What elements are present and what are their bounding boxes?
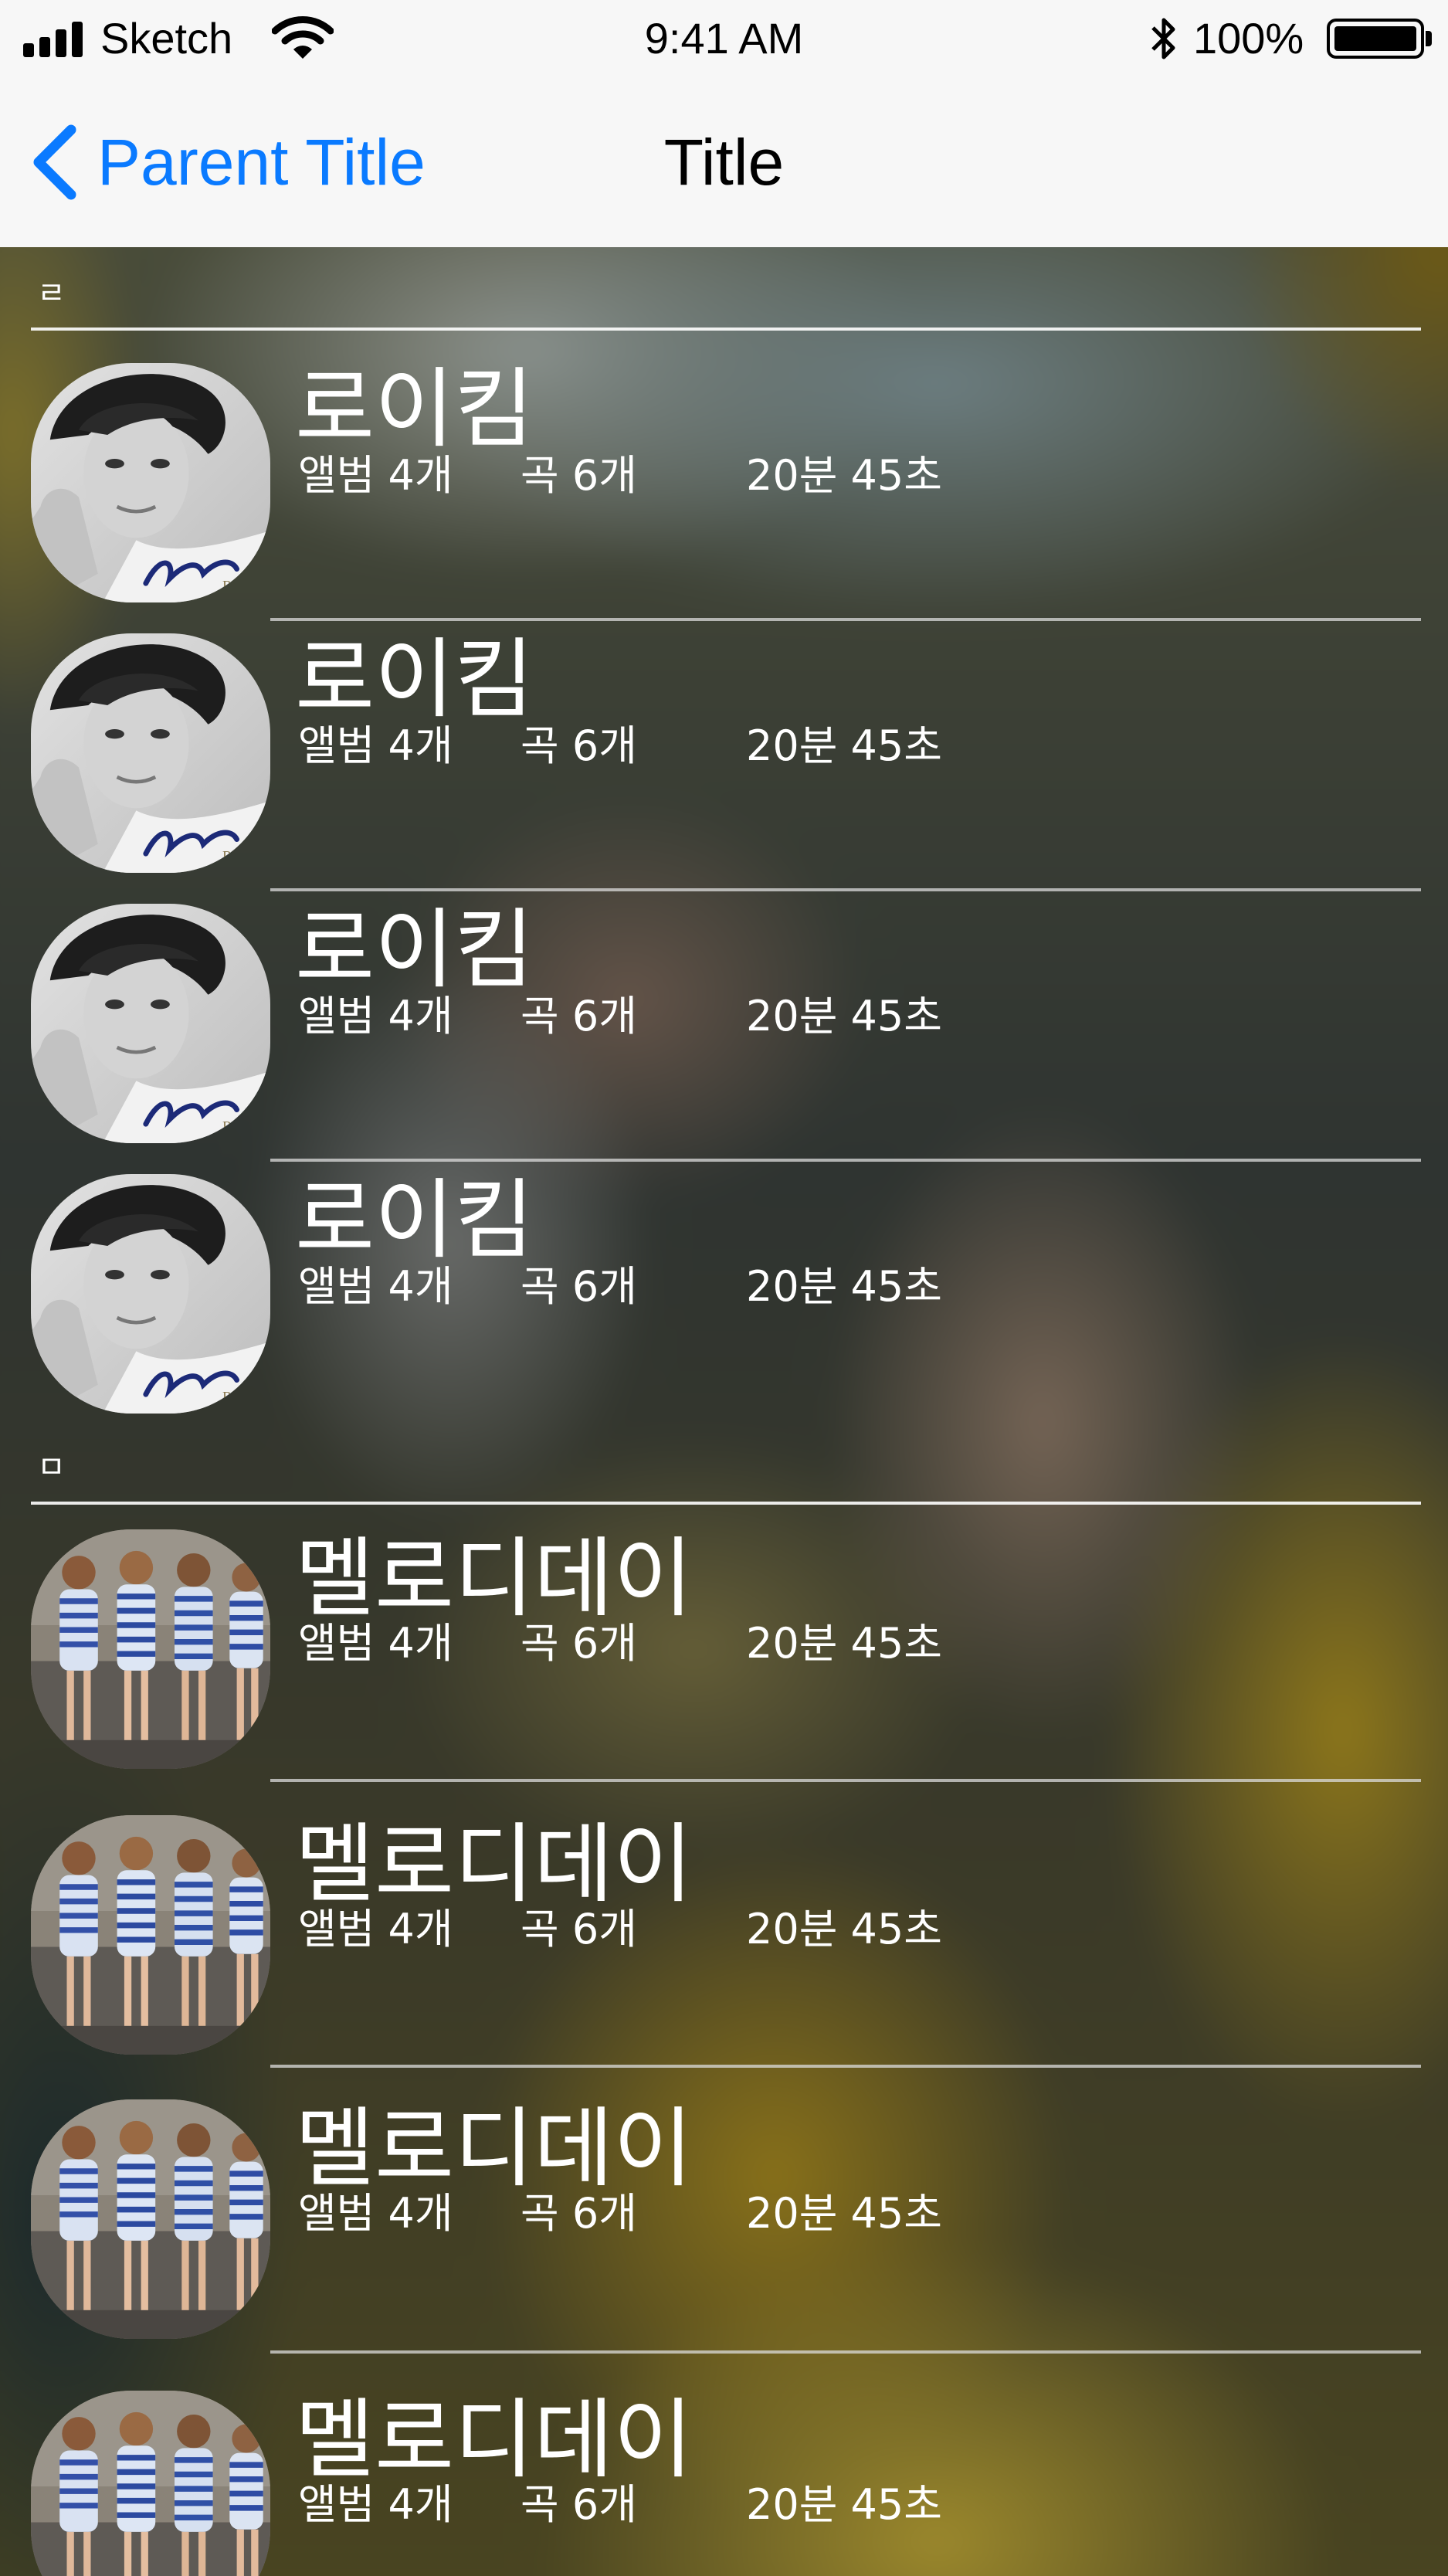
svg-text:R: R — [222, 579, 232, 595]
artist-thumbnail — [31, 2391, 270, 2576]
total-duration: 20분 45초 — [746, 2189, 942, 2238]
row-divider — [270, 888, 1421, 891]
battery-level — [1334, 26, 1416, 51]
total-duration: 20분 45초 — [746, 451, 942, 500]
section-header: ㄹ — [31, 247, 1421, 331]
song-count: 곡 6개 — [521, 2189, 637, 2238]
album-count: 앨범 4개 — [298, 2189, 453, 2238]
row-divider — [270, 618, 1421, 621]
svg-text:R: R — [222, 1119, 232, 1135]
total-duration: 20분 45초 — [746, 721, 942, 770]
album-count: 앨범 4개 — [298, 721, 453, 770]
album-count: 앨범 4개 — [298, 451, 453, 500]
artist-thumbnail: R — [31, 1174, 270, 1414]
album-count: 앨범 4개 — [298, 2480, 453, 2529]
artist-name: 로이킴 — [295, 1170, 534, 1271]
bluetooth-icon — [1151, 18, 1175, 59]
row-divider — [270, 1159, 1421, 1162]
song-count: 곡 6개 — [521, 451, 637, 500]
song-count: 곡 6개 — [521, 1619, 637, 1668]
album-count: 앨범 4개 — [298, 992, 453, 1040]
section-header: ㅁ — [31, 1421, 1421, 1505]
artist-name: 로이킴 — [295, 630, 534, 730]
artist-name: 멜로디데이 — [295, 1529, 693, 1629]
artist-list: ㄹ R 로이킴 앨범 4개 곡 6개 20분 45초 R 로이킴 앨범 4개 곡… — [0, 247, 1448, 2576]
artist-thumbnail — [31, 2099, 270, 2339]
svg-text:R: R — [222, 1390, 232, 1406]
song-count: 곡 6개 — [521, 1262, 637, 1311]
album-count: 앨범 4개 — [298, 1619, 453, 1668]
artist-name: 로이킴 — [295, 359, 534, 460]
row-divider — [270, 2350, 1421, 2354]
navigation-bar: Parent Title Title — [0, 77, 1448, 247]
artist-name: 멜로디데이 — [295, 2390, 693, 2490]
album-count: 앨범 4개 — [298, 1905, 453, 1953]
album-count: 앨범 4개 — [298, 1262, 453, 1311]
svg-text:R: R — [222, 849, 232, 865]
total-duration: 20분 45초 — [746, 992, 942, 1040]
total-duration: 20분 45초 — [746, 2480, 942, 2529]
section-index-letter: ㅁ — [37, 1450, 66, 1485]
total-duration: 20분 45초 — [746, 1262, 942, 1311]
song-count: 곡 6개 — [521, 992, 637, 1040]
total-duration: 20분 45초 — [746, 1905, 942, 1953]
song-count: 곡 6개 — [521, 721, 637, 770]
page-title: Title — [663, 126, 785, 199]
row-divider — [270, 1779, 1421, 1782]
section-index-letter: ㄹ — [37, 276, 66, 311]
battery-percent: 100% — [1193, 14, 1304, 63]
battery-nub — [1426, 31, 1432, 46]
song-count: 곡 6개 — [521, 2480, 637, 2529]
battery-icon — [1327, 19, 1432, 59]
song-count: 곡 6개 — [521, 1905, 637, 1953]
total-duration: 20분 45초 — [746, 1619, 942, 1668]
artist-thumbnail: R — [31, 363, 270, 602]
artist-thumbnail — [31, 1815, 270, 2055]
row-divider — [270, 2065, 1421, 2068]
status-bar: Sketch 9:41 AM 100% — [0, 0, 1448, 77]
artist-name: 멜로디데이 — [295, 1814, 693, 1915]
artist-name: 로이킴 — [295, 900, 534, 1000]
artist-name: 멜로디데이 — [295, 2099, 693, 2199]
screen: Sketch 9:41 AM 100% Parent Title Title ㄹ… — [0, 0, 1448, 2576]
artist-list-view[interactable]: ㄹ R 로이킴 앨범 4개 곡 6개 20분 45초 R 로이킴 앨범 4개 곡… — [0, 247, 1448, 2576]
artist-thumbnail — [31, 1529, 270, 1769]
artist-thumbnail: R — [31, 904, 270, 1143]
artist-thumbnail: R — [31, 633, 270, 873]
